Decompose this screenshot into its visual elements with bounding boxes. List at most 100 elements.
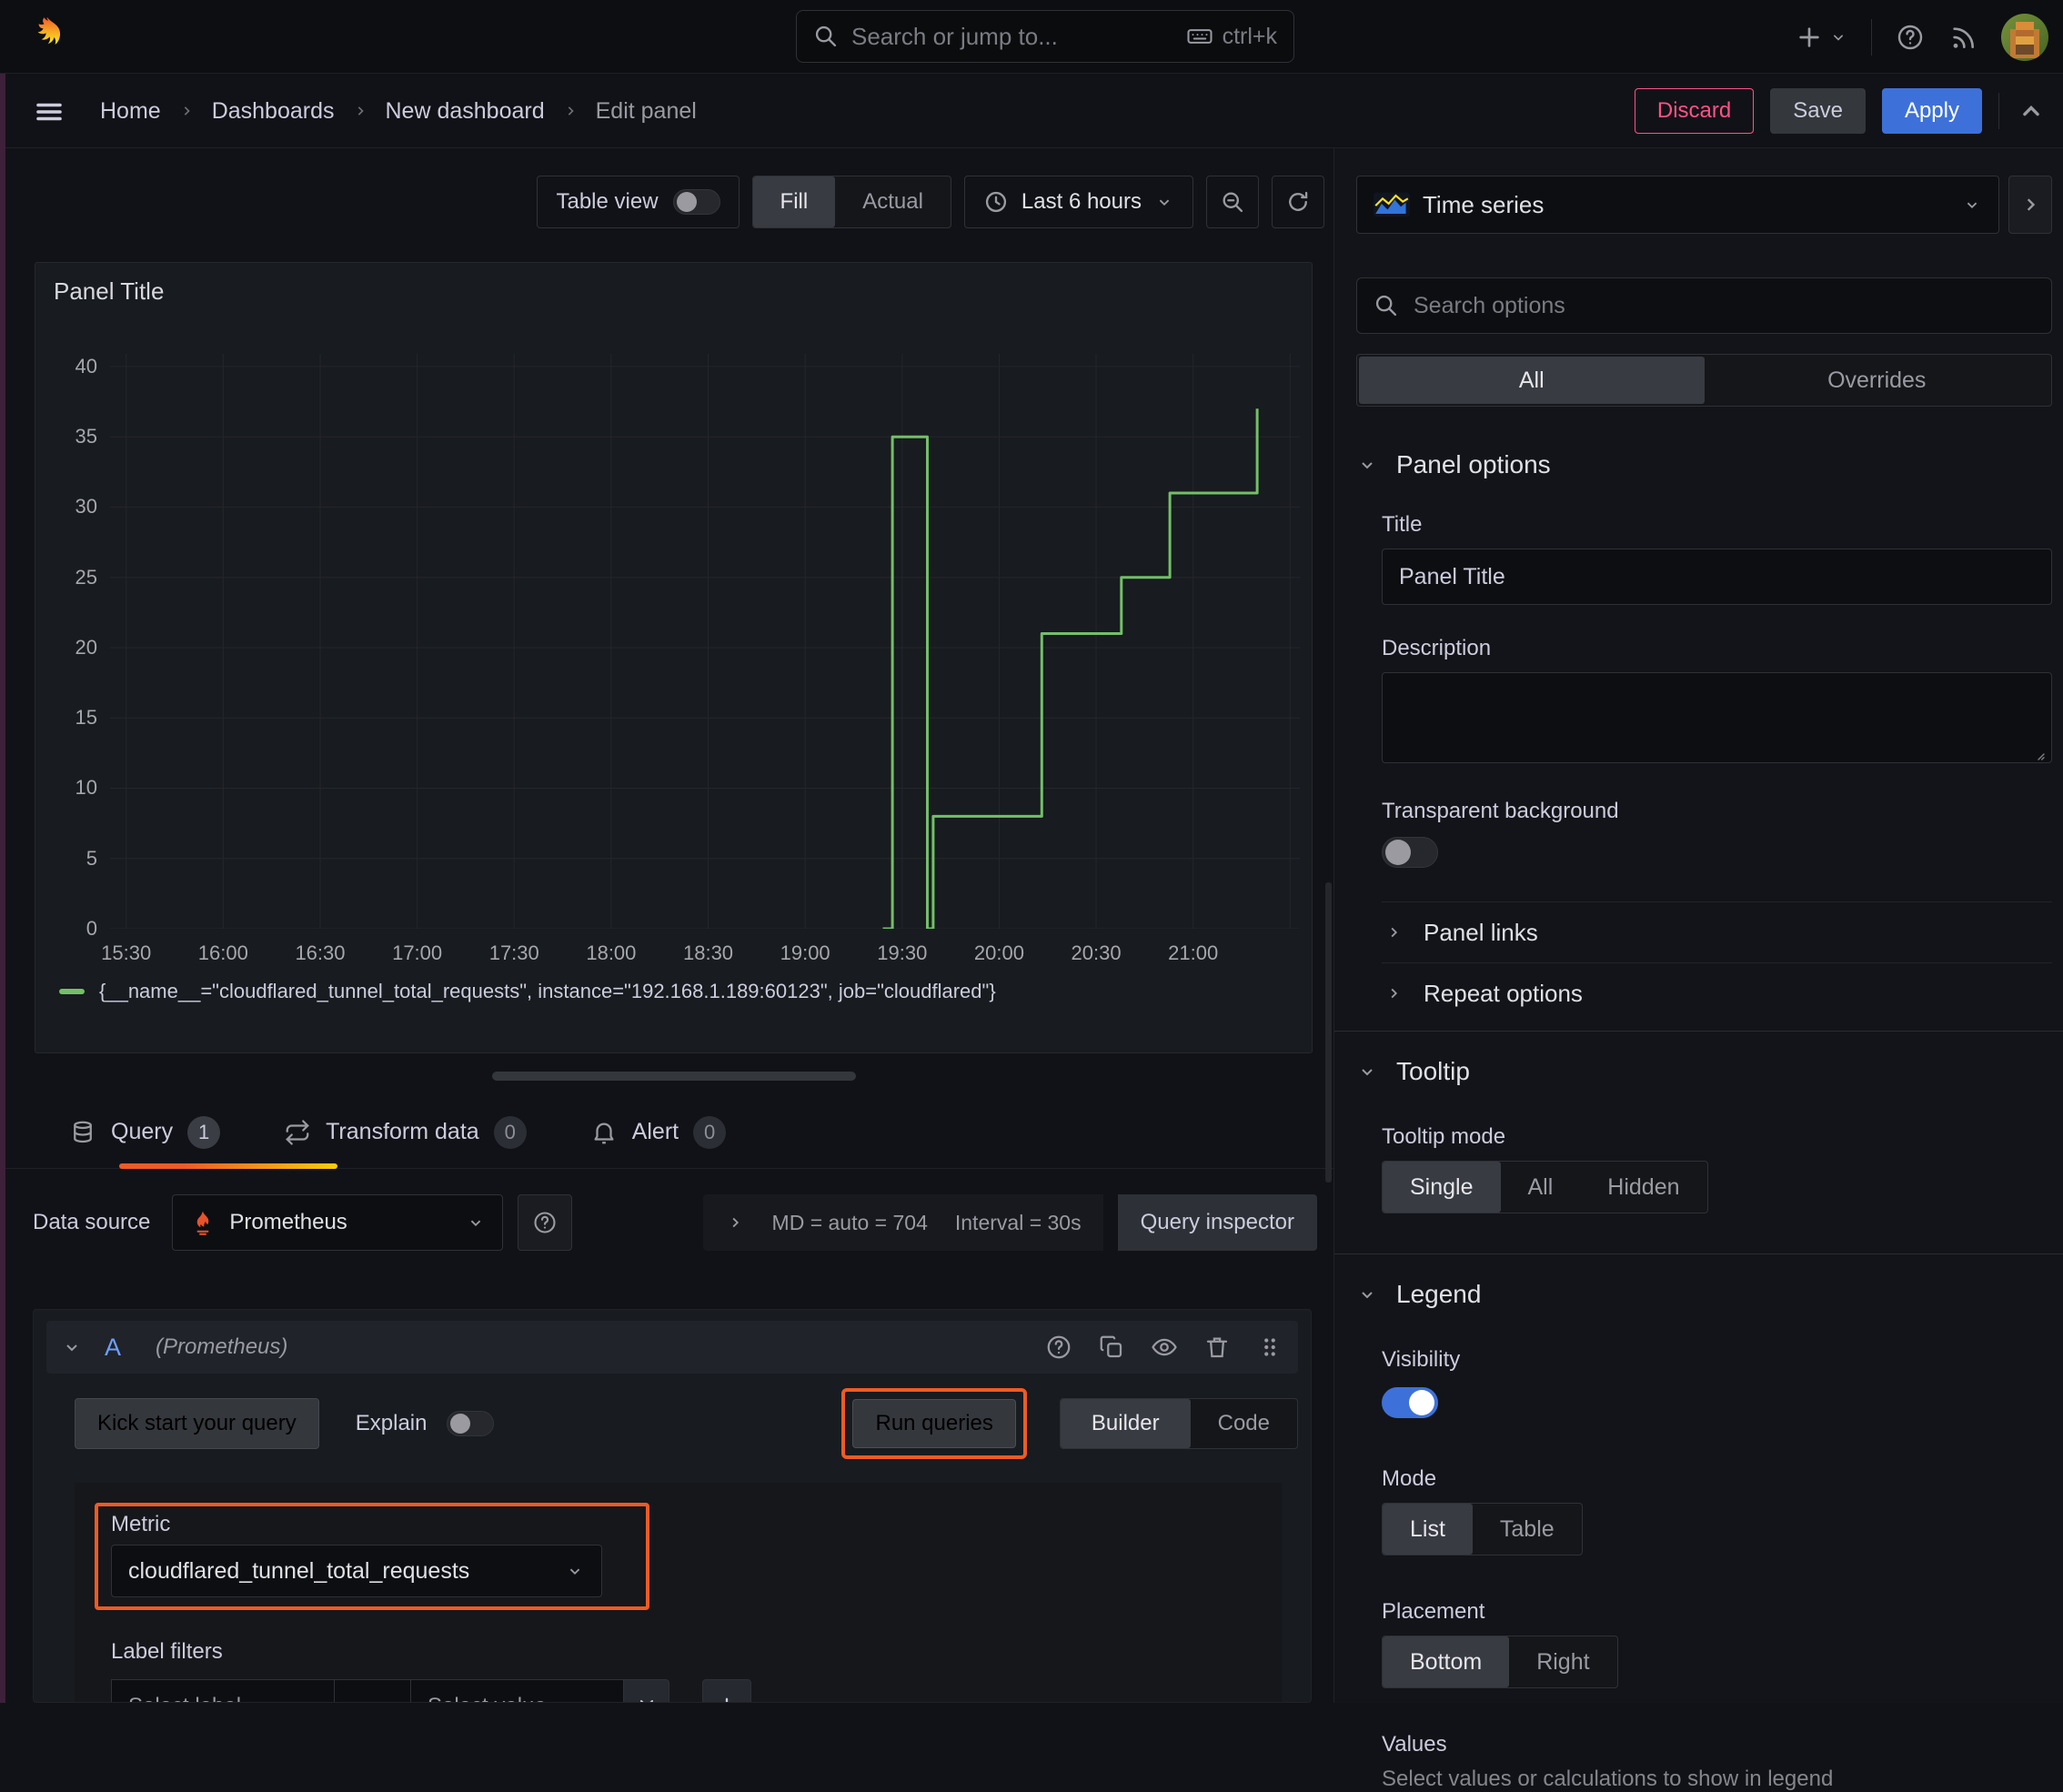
fill-segment[interactable]: Fill	[752, 176, 836, 227]
tooltip-mode-all[interactable]: All	[1501, 1162, 1581, 1213]
breadcrumb-edit-panel: Edit panel	[595, 97, 697, 124]
legend-placement-right[interactable]: Right	[1509, 1636, 1616, 1687]
collapse-pane-button[interactable]	[2008, 176, 2052, 234]
tab-transform-data[interactable]: Transform data 0	[284, 1096, 527, 1168]
x-axis-tick: 18:00	[586, 941, 637, 964]
tab-overrides[interactable]: Overrides	[1705, 357, 2050, 404]
select-label-dropdown[interactable]: Select label	[111, 1679, 335, 1702]
legend-mode-table[interactable]: Table	[1473, 1504, 1582, 1555]
time-range-label: Last 6 hours	[1021, 189, 1142, 214]
interval-stat: Interval = 30s	[954, 1210, 1082, 1234]
y-axis-tick: 5	[86, 846, 97, 870]
chevron-up-icon[interactable]	[2016, 96, 2047, 126]
builder-segment[interactable]: Builder	[1060, 1399, 1191, 1448]
search-icon	[813, 24, 839, 49]
grafana-logo-icon[interactable]	[25, 15, 69, 58]
panel-options-section[interactable]: Panel options	[1356, 450, 2052, 479]
refresh-button[interactable]	[1272, 176, 1324, 228]
metric-select[interactable]: cloudflared_tunnel_total_requests	[111, 1545, 602, 1597]
resize-grip-icon[interactable]	[2030, 746, 2047, 762]
panel-links-section[interactable]: Panel links	[1356, 902, 2052, 962]
actual-segment[interactable]: Actual	[835, 176, 951, 227]
description-textarea[interactable]	[1382, 672, 2052, 763]
tooltip-section[interactable]: Tooltip	[1356, 1057, 2052, 1086]
x-axis-tick: 21:00	[1168, 941, 1219, 964]
add-filter-button[interactable]	[702, 1679, 751, 1702]
select-value-dropdown[interactable]: Select value	[411, 1679, 624, 1702]
save-button[interactable]: Save	[1770, 88, 1866, 134]
kickstart-query-button[interactable]: Kick start your query	[75, 1398, 319, 1449]
section-divider	[1334, 1031, 2063, 1032]
zoom-out-button[interactable]	[1206, 176, 1259, 228]
legend-mode-list[interactable]: List	[1383, 1504, 1473, 1555]
series-line	[882, 408, 1259, 929]
query-ref-id[interactable]: A	[105, 1334, 121, 1362]
datasource-help-button[interactable]	[518, 1194, 573, 1251]
select-label-placeholder: Select label	[128, 1694, 241, 1702]
chevron-down-icon[interactable]	[61, 1336, 83, 1358]
options-search[interactable]	[1356, 277, 2052, 334]
description-label: Description	[1382, 636, 1492, 660]
legend-visibility-toggle[interactable]	[1382, 1387, 1438, 1418]
plus-icon	[1795, 23, 1824, 52]
time-series-chart[interactable]: 15:30 16:00 16:30 17:00 17:30 18:00 18:30 19:00…	[35, 263, 1312, 1052]
breadcrumb-home[interactable]: Home	[100, 98, 161, 125]
chevron-down-icon	[1356, 1284, 1378, 1305]
tooltip-mode-label: Tooltip mode	[1382, 1124, 1506, 1149]
breadcrumb-dashboards[interactable]: Dashboards	[212, 98, 335, 125]
datasource-select[interactable]: Prometheus	[172, 1194, 504, 1251]
drag-grip-icon[interactable]	[1256, 1334, 1283, 1361]
tooltip-mode-single[interactable]: Single	[1383, 1162, 1501, 1213]
y-axis-tick: 15	[75, 706, 97, 730]
duplicate-icon[interactable]	[1098, 1334, 1125, 1361]
query-editor-card: A (Prometheus) Kick start your query Exp…	[33, 1309, 1312, 1703]
caret-down-icon	[466, 1213, 486, 1233]
chart-legend[interactable]: {__name__="cloudflared_tunnel_total_requ…	[59, 980, 996, 1003]
news-rss-icon[interactable]	[1948, 23, 1977, 52]
legend-mode-label: Mode	[1382, 1466, 1437, 1491]
table-view-toggle[interactable]	[672, 189, 720, 215]
global-search[interactable]: ctrl+k	[796, 10, 1294, 63]
tab-alert[interactable]: Alert 0	[590, 1096, 727, 1168]
visualization-picker[interactable]: Time series	[1356, 176, 1999, 234]
refresh-icon	[1285, 189, 1311, 215]
query-options-summary[interactable]: MD = auto = 704 Interval = 30s	[702, 1194, 1103, 1251]
add-new-button[interactable]	[1795, 23, 1847, 52]
builder-code-group: Builder Code	[1059, 1398, 1298, 1449]
prometheus-icon	[189, 1209, 216, 1236]
tab-query[interactable]: Query 1	[69, 1096, 337, 1169]
code-segment[interactable]: Code	[1191, 1399, 1297, 1448]
keyboard-icon	[1186, 23, 1213, 50]
tab-all[interactable]: All	[1359, 357, 1705, 404]
chart-plot-area[interactable]	[110, 354, 1300, 929]
remove-filter-button[interactable]	[624, 1679, 669, 1702]
operator-dropdown[interactable]: =	[335, 1679, 411, 1702]
query-inspector-button[interactable]: Query inspector	[1117, 1194, 1317, 1251]
repeat-options-section[interactable]: Repeat options	[1356, 963, 2052, 1023]
help-icon[interactable]	[1896, 23, 1925, 52]
annotation-highlight-box: Run queries	[841, 1388, 1027, 1459]
run-queries-button[interactable]: Run queries	[852, 1399, 1016, 1448]
query-row-header[interactable]: A (Prometheus)	[46, 1321, 1298, 1374]
scrollbar-thumb[interactable]	[1325, 882, 1332, 1183]
help-icon	[532, 1210, 558, 1235]
search-input[interactable]	[851, 22, 1173, 51]
help-icon[interactable]	[1045, 1334, 1072, 1361]
explain-toggle[interactable]	[447, 1411, 495, 1436]
resize-drag-handle[interactable]	[492, 1072, 856, 1081]
discard-button[interactable]: Discard	[1634, 88, 1755, 134]
menu-icon[interactable]	[33, 96, 65, 128]
panel-title-input[interactable]	[1382, 549, 2052, 605]
user-avatar[interactable]	[2001, 13, 2048, 61]
trash-icon[interactable]	[1203, 1334, 1231, 1361]
options-search-input[interactable]	[1414, 292, 2035, 319]
legend-placement-bottom[interactable]: Bottom	[1383, 1636, 1510, 1687]
transparent-background-toggle[interactable]	[1382, 837, 1438, 868]
eye-icon[interactable]	[1151, 1334, 1178, 1361]
breadcrumb-new-dashboard[interactable]: New dashboard	[386, 98, 545, 125]
y-axis-tick: 30	[75, 495, 97, 518]
time-range-picker[interactable]: Last 6 hours	[963, 176, 1193, 228]
apply-button[interactable]: Apply	[1881, 88, 1982, 134]
tooltip-mode-hidden[interactable]: Hidden	[1580, 1162, 1706, 1213]
legend-section[interactable]: Legend	[1356, 1280, 2052, 1309]
